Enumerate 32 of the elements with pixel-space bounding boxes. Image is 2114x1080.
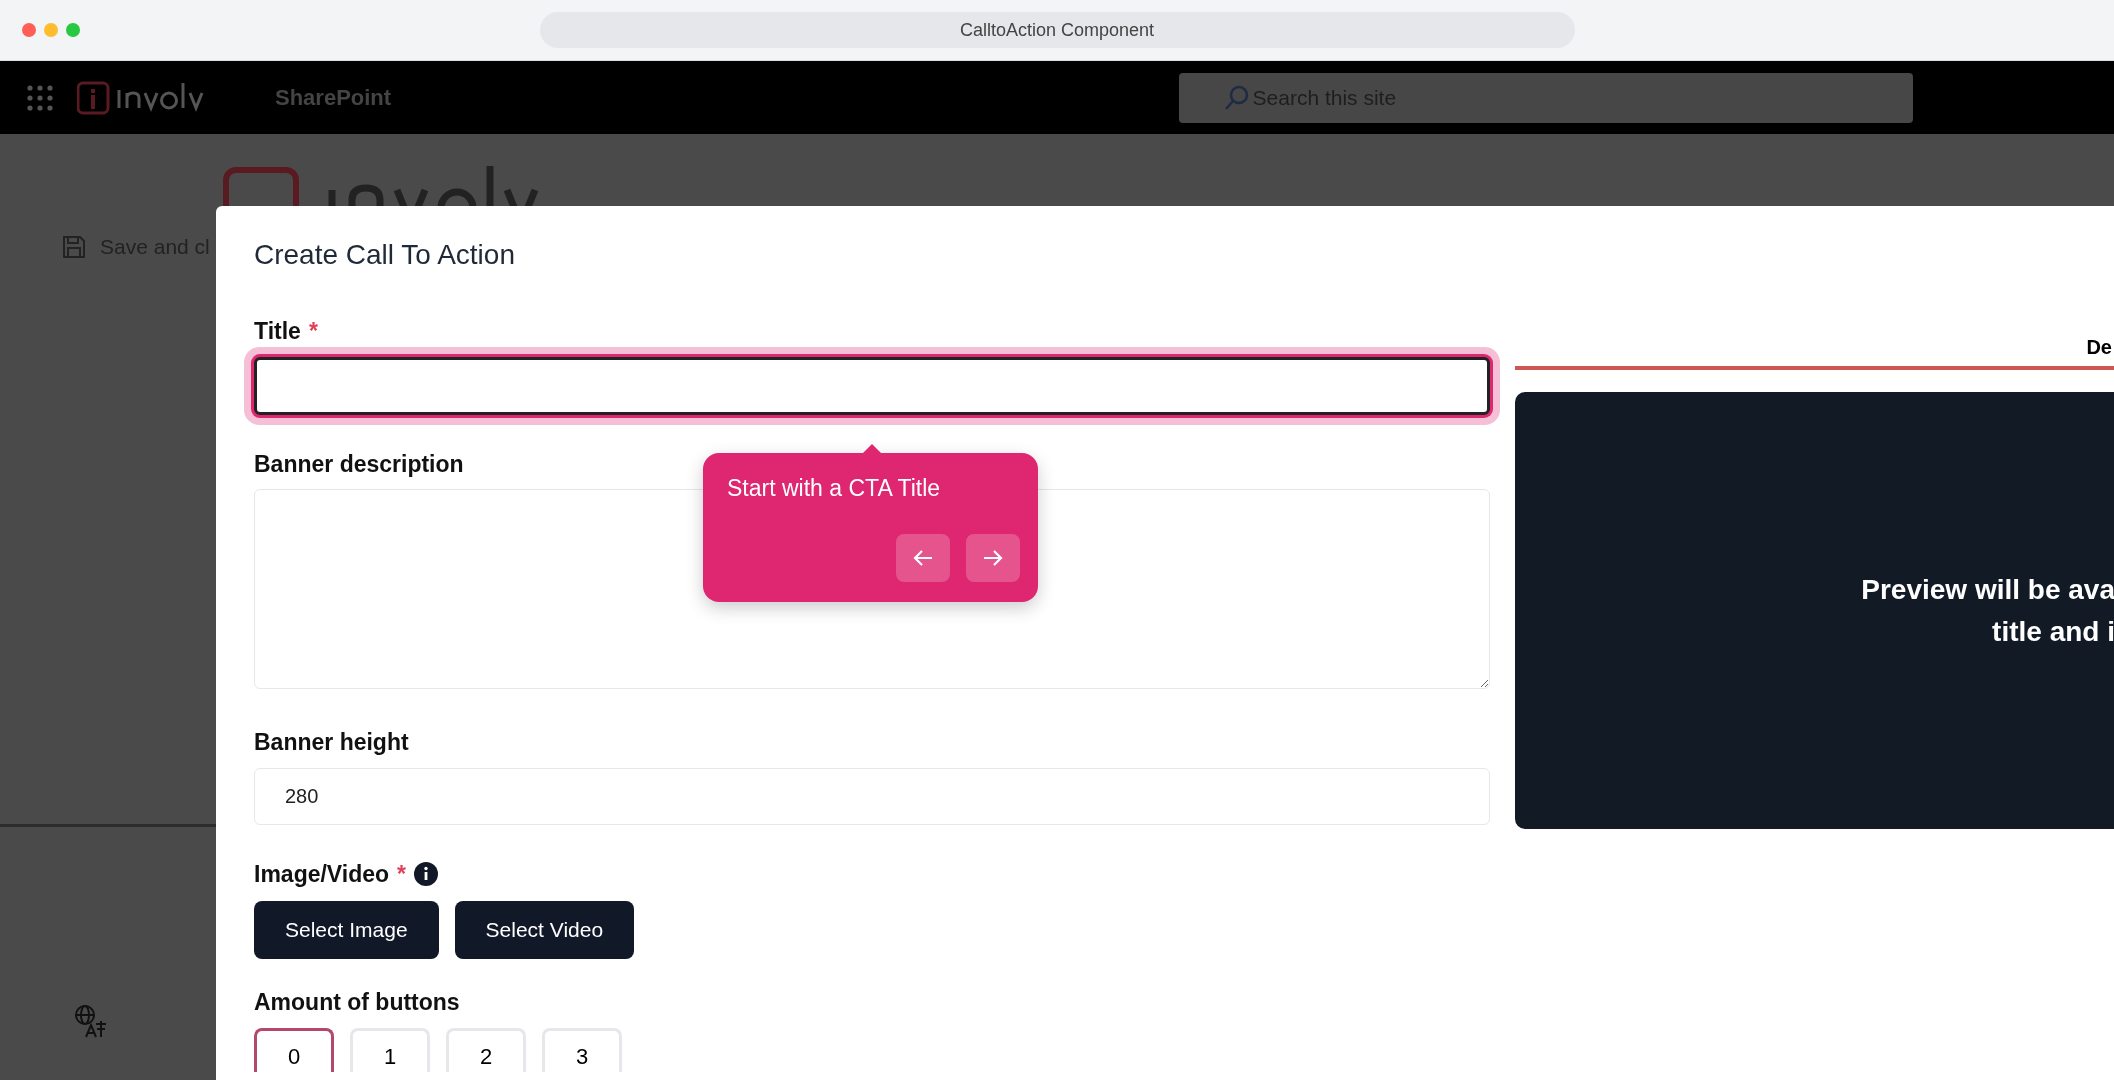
field-label: Banner description — [254, 449, 464, 479]
dialog-title: Create Call To Action — [254, 238, 516, 272]
tour-text: Start with a CTA Title — [727, 474, 942, 503]
option-button[interactable]: 2 — [446, 1027, 526, 1072]
right-arrow-icon — [983, 548, 1003, 567]
info-icon[interactable] — [414, 861, 439, 886]
previous-button[interactable] — [896, 533, 950, 582]
required-marker: * — [308, 317, 318, 346]
field-label: Image/Video — [254, 859, 390, 889]
select-button[interactable]: Select Image — [254, 901, 439, 959]
app-launcher-icon[interactable] — [27, 84, 53, 111]
preview-message: title and i — [1992, 614, 2114, 649]
option-button[interactable]: 3 — [542, 1027, 622, 1072]
preview-tab[interactable]: De — [1515, 326, 2112, 366]
window-control[interactable] — [66, 23, 80, 37]
save-icon — [62, 234, 86, 259]
next-button[interactable] — [966, 533, 1020, 582]
option-button[interactable]: 1 — [350, 1027, 430, 1072]
select-button[interactable]: Select Video — [454, 901, 635, 959]
window-control[interactable] — [44, 23, 58, 37]
input-field[interactable]: 280 — [254, 767, 1490, 825]
field-label: Title — [254, 317, 301, 346]
app-name: SharePoint — [275, 84, 392, 112]
required-marker: * — [397, 859, 407, 889]
window-control[interactable] — [22, 23, 36, 37]
field-label: Banner height — [254, 728, 409, 757]
left-arrow-icon — [913, 548, 933, 567]
input-field[interactable] — [254, 356, 1490, 415]
field-label: Amount of buttons — [254, 988, 460, 1017]
address-bar[interactable]: CalltoAction Component — [539, 12, 1575, 48]
translate-icon[interactable] — [74, 1004, 108, 1038]
option-button[interactable]: 0 — [254, 1027, 334, 1072]
